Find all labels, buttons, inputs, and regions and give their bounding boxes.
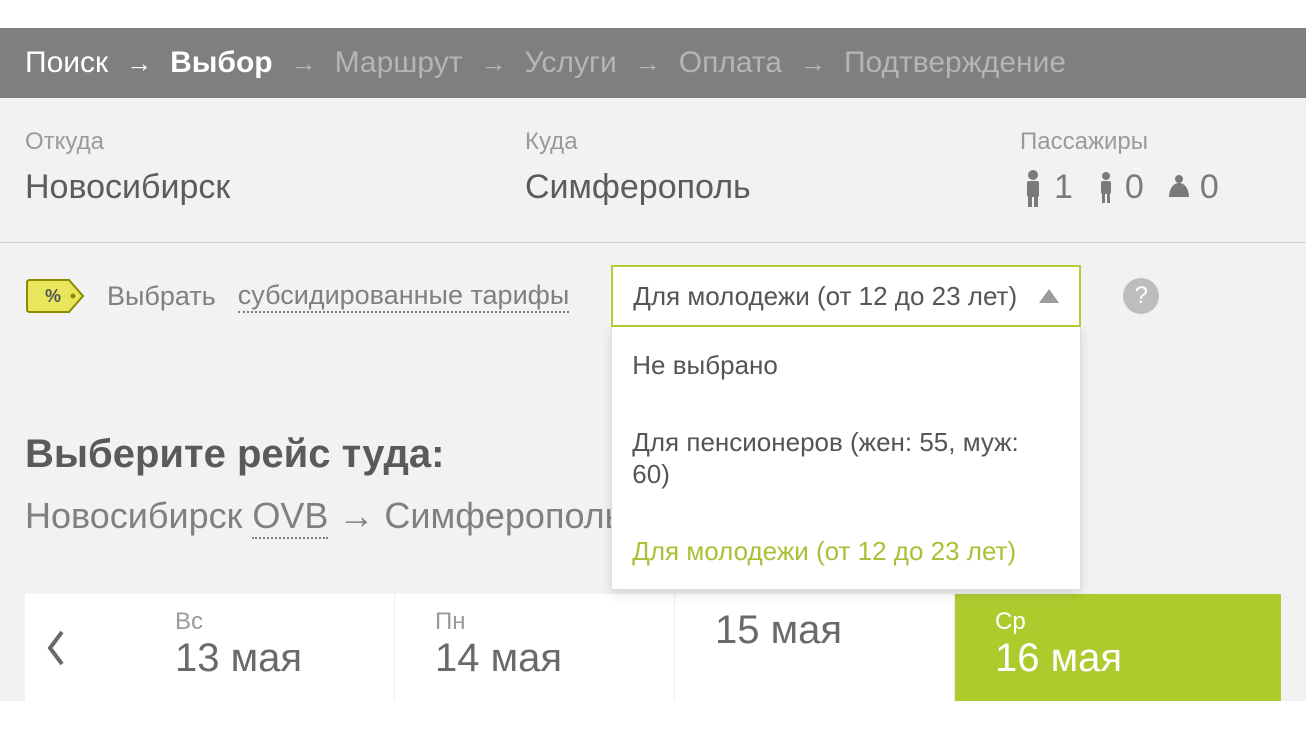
infant-icon — [1166, 173, 1192, 203]
tariff-dropdown-button[interactable]: Для молодежи (от 12 до 23 лет) — [611, 265, 1081, 327]
date-dom: 16 мая — [995, 636, 1271, 681]
subs-prefix: Выбрать — [107, 281, 216, 312]
date-cell[interactable]: Пн 14 мая — [395, 594, 675, 701]
adult-icon — [1020, 169, 1046, 207]
from-value[interactable]: Новосибирск — [25, 168, 525, 207]
svg-text:%: % — [45, 286, 61, 306]
date-cell[interactable]: Вс 13 мая — [85, 594, 395, 701]
tariff-option-youth[interactable]: Для молодежи (от 12 до 23 лет) — [612, 513, 1080, 590]
crumb-payment: Оплата — [679, 46, 782, 80]
crumb-confirm: Подтверждение — [844, 46, 1066, 80]
tariff-dropdown-list: Не выбрано Для пенсионеров (жен: 55, муж… — [611, 327, 1081, 590]
subsidised-row: % Выбрать субсидированные тарифы Для мол… — [0, 243, 1306, 327]
crumb-arrow-icon: → — [635, 48, 661, 79]
child-count: 0 — [1125, 168, 1144, 207]
help-icon[interactable]: ? — [1123, 278, 1159, 314]
crumb-select[interactable]: Выбор — [170, 46, 272, 80]
route-from-city: Новосибирск — [25, 495, 242, 537]
date-dom: 14 мая — [435, 636, 664, 681]
date-dow: Вс — [175, 608, 384, 636]
tariff-option-none[interactable]: Не выбрано — [612, 327, 1080, 404]
crumb-arrow-icon: → — [291, 48, 317, 79]
tariff-option-pension[interactable]: Для пенсионеров (жен: 55, муж: 60) — [612, 404, 1080, 513]
search-summary: Откуда Новосибирск Куда Симферополь Пасс… — [0, 98, 1306, 243]
date-strip: Вс 13 мая Пн 14 мая 15 мая Ср 16 мая — [25, 594, 1281, 701]
date-dom: 15 мая — [715, 608, 944, 653]
crumb-services: Услуги — [524, 46, 616, 80]
pax-counts[interactable]: 1 0 0 — [1020, 168, 1281, 207]
subs-link[interactable]: субсидированные тарифы — [238, 280, 570, 313]
date-dom: 13 мая — [175, 636, 384, 681]
to-value[interactable]: Симферополь — [525, 168, 1020, 207]
pax-label: Пассажиры — [1020, 128, 1281, 156]
to-label: Куда — [525, 128, 1020, 156]
crumb-search[interactable]: Поиск — [25, 46, 108, 80]
crumb-route: Маршрут — [335, 46, 463, 80]
date-cell[interactable]: 15 мая — [675, 594, 955, 701]
route-arrow-icon: → — [338, 495, 374, 537]
date-dow: Ср — [995, 608, 1271, 636]
chevron-up-icon — [1039, 289, 1059, 303]
child-icon — [1095, 171, 1117, 205]
route-to-city: Симферополь — [384, 495, 623, 537]
percent-tag-icon: % — [25, 279, 85, 313]
infant-count: 0 — [1200, 168, 1219, 207]
crumb-arrow-icon: → — [126, 48, 152, 79]
date-prev-button[interactable] — [25, 594, 85, 701]
date-dow: Пн — [435, 608, 664, 636]
crumb-arrow-icon: → — [480, 48, 506, 79]
adult-count: 1 — [1054, 168, 1073, 207]
tariff-dropdown[interactable]: Для молодежи (от 12 до 23 лет) Не выбран… — [611, 265, 1081, 327]
date-cell-active[interactable]: Ср 16 мая — [955, 594, 1281, 701]
tariff-selected-label: Для молодежи (от 12 до 23 лет) — [633, 281, 1017, 312]
breadcrumb-bar: Поиск → Выбор → Маршрут → Услуги → Оплат… — [0, 28, 1306, 98]
from-label: Откуда — [25, 128, 525, 156]
route-from-code[interactable]: OVB — [252, 495, 328, 539]
crumb-arrow-icon: → — [800, 48, 826, 79]
